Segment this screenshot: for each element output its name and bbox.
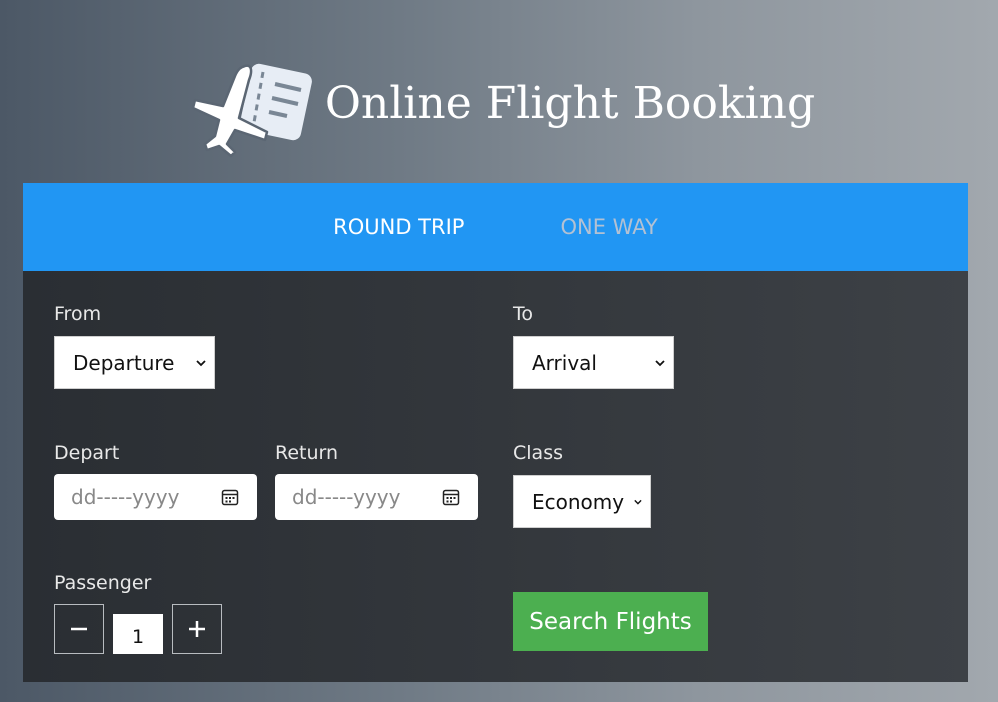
depart-date-placeholder: dd-----yyyy: [71, 485, 180, 509]
increment-button[interactable]: [172, 604, 222, 654]
tab-round-trip[interactable]: ROUND TRIP: [333, 215, 464, 239]
chevron-down-icon: [655, 359, 665, 366]
tab-one-way[interactable]: ONE WAY: [560, 215, 657, 239]
trip-type-tabs: ROUND TRIP ONE WAY: [23, 183, 968, 271]
from-label: From: [54, 303, 102, 325]
minus-icon: [71, 627, 87, 631]
chevron-down-icon: [196, 359, 206, 366]
class-select[interactable]: Economy: [513, 475, 651, 528]
search-flights-button[interactable]: Search Flights: [513, 592, 708, 651]
to-select-value: Arrival: [532, 350, 597, 375]
calendar-icon[interactable]: [221, 488, 239, 506]
return-date-placeholder: dd-----yyyy: [292, 485, 401, 509]
calendar-icon[interactable]: [442, 488, 460, 506]
return-label: Return: [275, 442, 339, 464]
depart-label: Depart: [54, 442, 120, 464]
return-date-input[interactable]: dd-----yyyy: [275, 474, 478, 520]
class-label: Class: [513, 442, 563, 464]
to-label: To: [513, 303, 534, 325]
class-select-value: Economy: [532, 489, 625, 514]
site-header: Online Flight Booking: [0, 55, 998, 160]
chevron-down-icon: [634, 499, 642, 505]
decrement-button[interactable]: [54, 604, 104, 654]
plus-icon: [189, 621, 205, 637]
passenger-label: Passenger: [54, 572, 152, 594]
passenger-count[interactable]: 1: [113, 614, 163, 654]
to-select[interactable]: Arrival: [513, 336, 674, 389]
site-title: Online Flight Booking: [324, 78, 816, 129]
depart-date-input[interactable]: dd-----yyyy: [54, 474, 257, 520]
booking-panel: ROUND TRIP ONE WAY From Departure To Arr…: [23, 183, 968, 682]
plane-ticket-icon: [191, 63, 312, 157]
from-select-value: Departure: [73, 350, 175, 375]
from-select[interactable]: Departure: [54, 336, 215, 389]
